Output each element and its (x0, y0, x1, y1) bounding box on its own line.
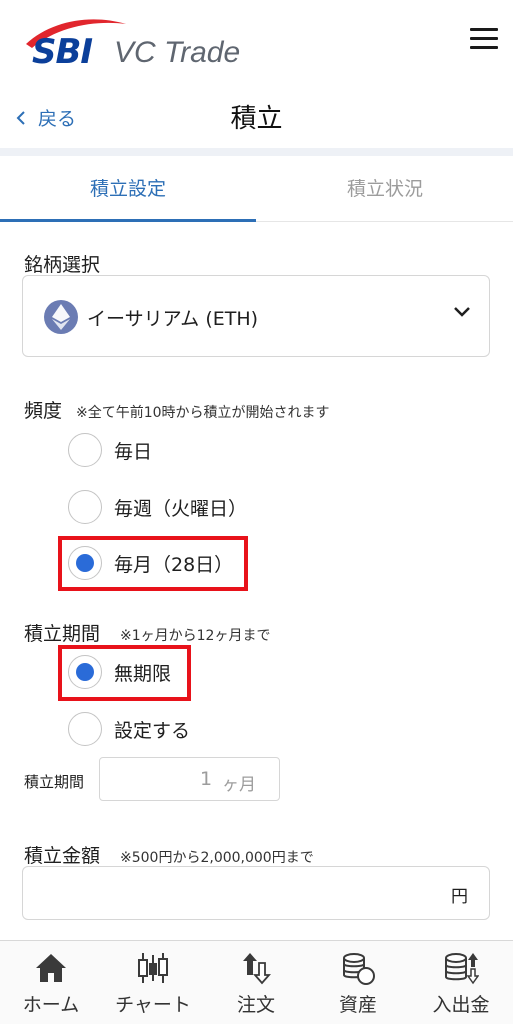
period-option-unlimited[interactable]: 無期限 (68, 655, 171, 689)
frequency-note: ※全て午前10時から積立が開始されます (76, 405, 330, 421)
nav-assets-label: 資産 (338, 994, 377, 1016)
coin-select-value: イーサリアム (ETH) (87, 308, 259, 330)
period-section-header: 積立期間 ※1ヶ月から12ヶ月まで (24, 619, 270, 646)
header-separator (0, 148, 513, 156)
frequency-option-label: 毎日 (114, 440, 153, 463)
period-months-value: 1 (200, 768, 213, 790)
coins-stack-icon (343, 953, 375, 985)
back-button[interactable]: 戻る (16, 104, 76, 131)
amount-note: ※500円から2,000,000円まで (120, 850, 314, 866)
nav-chart-label: チャート (115, 994, 191, 1016)
radio-button-checked[interactable] (68, 655, 102, 689)
sbi-vc-trade-logo[interactable]: SBI VC Trade (22, 14, 252, 72)
amount-label: 積立金額 (24, 845, 101, 867)
app-header: SBI VC Trade (0, 0, 513, 82)
period-label: 積立期間 (24, 623, 101, 645)
frequency-option-monthly[interactable]: 毎月（28日） (68, 546, 233, 580)
tab-settings[interactable]: 積立設定 (0, 156, 256, 222)
tab-status[interactable]: 積立状況 (257, 156, 513, 222)
tab-bar: 積立設定 積立状況 (0, 156, 513, 222)
frequency-option-label: 毎週（火曜日） (114, 497, 248, 520)
nav-assets[interactable]: 資産 (307, 941, 409, 1024)
amount-section-header: 積立金額 ※500円から2,000,000円まで (24, 841, 314, 868)
logo-sbi-text: SBI (32, 32, 93, 72)
frequency-option-label: 毎月（28日） (114, 553, 234, 576)
hamburger-menu-icon[interactable] (470, 28, 498, 50)
order-arrows-icon (243, 953, 271, 985)
period-note: ※1ヶ月から12ヶ月まで (120, 628, 271, 644)
coin-select-dropdown[interactable]: イーサリアム (ETH) (22, 275, 490, 357)
deposit-withdraw-icon (445, 953, 479, 985)
candlestick-chart-icon (138, 953, 168, 983)
chevron-left-icon (16, 110, 25, 125)
period-months-unit: ヶ月 (222, 775, 256, 795)
frequency-label: 頻度 (24, 400, 63, 422)
navigation-bar: 積立 戻る (0, 82, 513, 148)
chevron-down-icon (454, 307, 470, 317)
back-button-label: 戻る (38, 108, 77, 130)
radio-button[interactable] (68, 490, 102, 524)
frequency-option-daily[interactable]: 毎日 (68, 433, 152, 467)
frequency-section-header: 頻度 ※全て午前10時から積立が開始されます (24, 396, 330, 423)
amount-input[interactable]: 円 (22, 866, 490, 920)
home-icon (36, 954, 66, 982)
nav-home-label: ホーム (22, 994, 80, 1016)
nav-chart[interactable]: チャート (102, 941, 204, 1024)
period-months-input[interactable]: 1 ヶ月 (99, 757, 280, 801)
logo-vc-trade-text: VC Trade (114, 36, 241, 69)
radio-button-checked[interactable] (68, 546, 102, 580)
nav-deposit-withdraw[interactable]: 入出金 (410, 941, 512, 1024)
radio-button[interactable] (68, 712, 102, 746)
period-option-label: 無期限 (114, 662, 172, 685)
nav-home[interactable]: ホーム (0, 941, 102, 1024)
coin-select-label: 銘柄選択 (24, 254, 101, 276)
period-months-label: 積立期間 (24, 773, 85, 791)
bottom-navigation: ホーム チャート 注文 資産 入出金 (0, 940, 513, 1024)
page-title: 積立 (230, 104, 283, 134)
frequency-option-weekly[interactable]: 毎週（火曜日） (68, 490, 247, 524)
amount-unit: 円 (451, 887, 468, 907)
period-option-label: 設定する (114, 719, 191, 742)
period-option-set[interactable]: 設定する (68, 712, 190, 746)
nav-deposit-withdraw-label: 入出金 (432, 994, 490, 1016)
radio-button[interactable] (68, 433, 102, 467)
nav-order[interactable]: 注文 (205, 941, 307, 1024)
nav-order-label: 注文 (236, 994, 275, 1016)
ethereum-icon (44, 300, 78, 334)
